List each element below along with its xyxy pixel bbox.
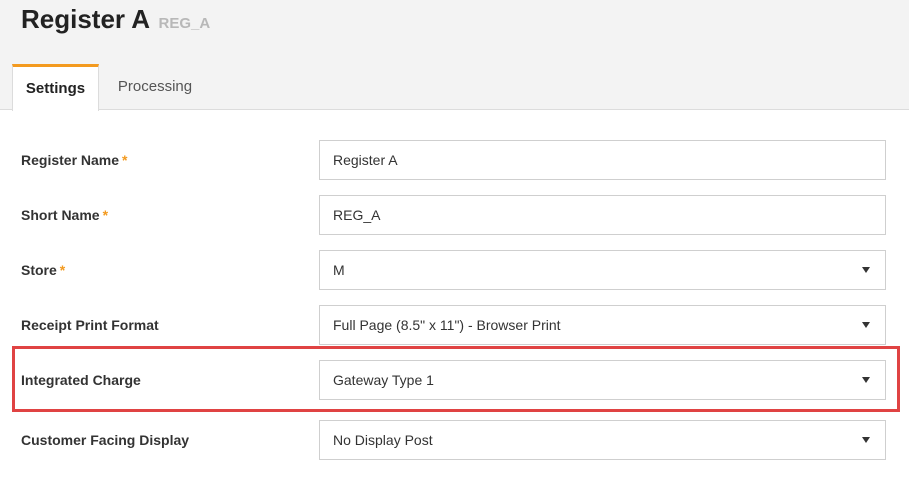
store-label: Store [21, 262, 57, 278]
store-select-value: M [333, 262, 345, 278]
page-title: Register A [21, 4, 151, 34]
receipt-print-format-row: Receipt Print Format Full Page (8.5" x 1… [0, 305, 909, 345]
register-name-label: Register Name [21, 152, 120, 168]
register-name-label-wrap: Register Name * [21, 140, 128, 180]
required-mark: * [59, 262, 66, 278]
short-name-input[interactable]: REG_A [319, 195, 886, 235]
short-name-row: Short Name * REG_A [0, 195, 909, 235]
store-row: Store * M [0, 250, 909, 290]
chevron-down-icon [862, 322, 870, 328]
receipt-print-format-value: Full Page (8.5" x 11") - Browser Print [333, 317, 561, 333]
tab-processing[interactable]: Processing [104, 64, 206, 110]
title-row: Register A REG_A [21, 4, 210, 35]
integrated-charge-highlight [12, 346, 900, 412]
tab-settings[interactable]: Settings [12, 64, 99, 111]
customer-facing-display-label: Customer Facing Display [21, 432, 190, 448]
customer-facing-display-value: No Display Post [333, 432, 433, 448]
chevron-down-icon [862, 267, 870, 273]
short-name-label-wrap: Short Name * [21, 195, 108, 235]
store-select[interactable]: M [319, 250, 886, 290]
chevron-down-icon [862, 437, 870, 443]
receipt-print-format-select[interactable]: Full Page (8.5" x 11") - Browser Print [319, 305, 886, 345]
store-label-wrap: Store * [21, 250, 65, 290]
register-name-input[interactable]: Register A [319, 140, 886, 180]
customer-facing-display-row: Customer Facing Display No Display Post [0, 420, 909, 460]
required-mark: * [102, 207, 109, 223]
page-subtitle: REG_A [158, 15, 211, 32]
register-name-row: Register Name * Register A [0, 140, 909, 180]
page-header: Register A REG_A Settings Processing [0, 0, 909, 111]
receipt-print-format-label: Receipt Print Format [21, 317, 159, 333]
required-mark: * [122, 152, 128, 168]
short-name-label: Short Name [21, 207, 100, 223]
customer-facing-display-select[interactable]: No Display Post [319, 420, 886, 460]
